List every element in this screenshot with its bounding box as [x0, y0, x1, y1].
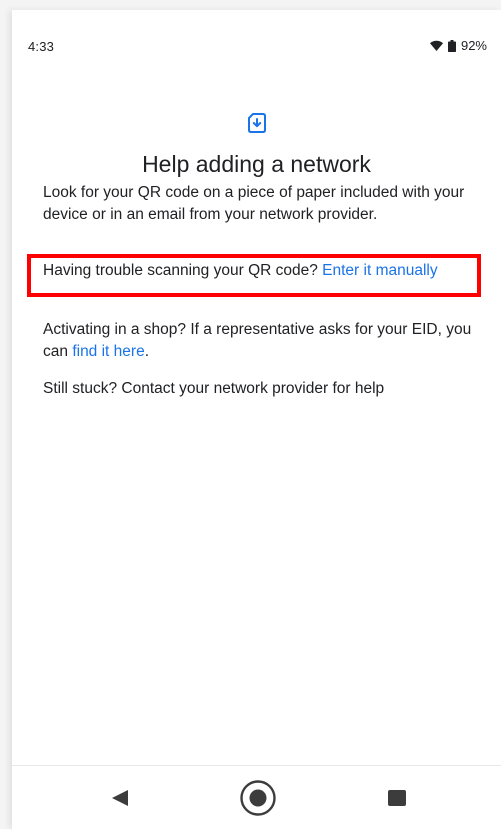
wifi-icon: [429, 40, 443, 51]
back-button[interactable]: [100, 766, 140, 830]
page-title: Help adding a network: [142, 151, 371, 177]
back-icon: [112, 790, 128, 806]
status-icons: 92%: [429, 38, 487, 53]
screen-background: 4:33 92% Help adding a network Look for …: [0, 0, 501, 830]
battery-icon: [447, 39, 456, 52]
find-eid-link[interactable]: find it here: [72, 343, 144, 360]
phone-screen: 4:33 92% Help adding a network Look for …: [12, 10, 501, 830]
sim-download-icon: [248, 113, 266, 133]
scan-trouble-label: Having trouble scanning your QR code?: [43, 262, 323, 279]
contact-provider-text: Still stuck? Contact your network provid…: [43, 380, 385, 397]
home-button[interactable]: [238, 766, 278, 830]
status-bar: 4:33 92%: [12, 10, 501, 62]
shop-activation-text: Activating in a shop? If a representativ…: [43, 319, 483, 363]
shop-activation-period: .: [144, 343, 150, 360]
recents-icon: [388, 790, 406, 806]
home-icon: [240, 780, 276, 816]
battery-percent: 92%: [460, 38, 487, 53]
qr-code-instructions: Look for your QR code on a piece of pape…: [43, 184, 465, 223]
scan-trouble-text: Having trouble scanning your QR code? En…: [43, 260, 483, 282]
status-time: 4:33: [28, 39, 55, 54]
enter-manually-link[interactable]: Enter it manually: [322, 262, 437, 279]
navigation-bar: [12, 765, 501, 830]
recents-button[interactable]: [377, 766, 417, 830]
